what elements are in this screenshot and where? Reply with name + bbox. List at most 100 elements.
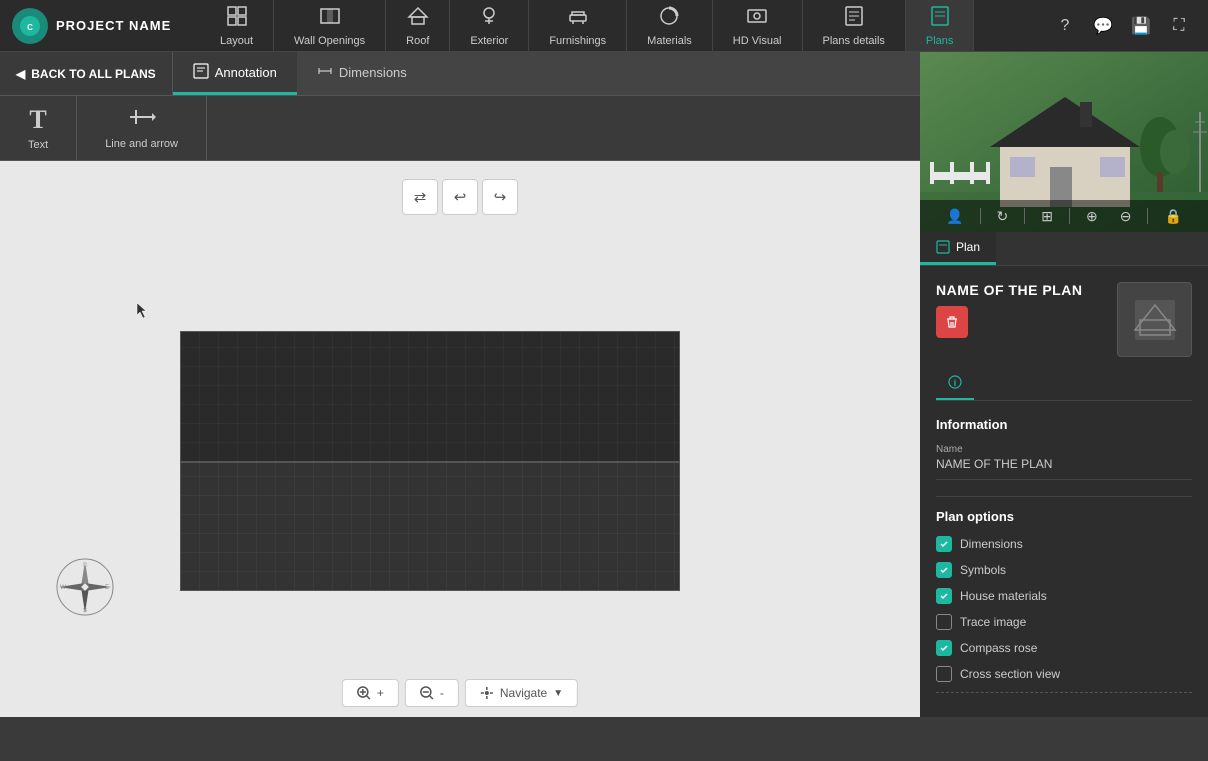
option-compass-rose-label: Compass rose <box>960 641 1037 655</box>
nav-item-wall-openings[interactable]: Wall Openings <box>274 0 386 51</box>
line-arrow-icon <box>128 106 156 134</box>
tool-line-arrow[interactable]: Line and arrow <box>77 96 207 160</box>
option-dimensions-checkbox[interactable] <box>936 536 952 552</box>
zoom-in-button[interactable]: + <box>342 679 399 707</box>
plan-name-title: NAME OF THE PLAN <box>936 282 1082 298</box>
help-button[interactable]: ? <box>1048 9 1082 43</box>
tool-line-arrow-label: Line and arrow <box>105 138 178 150</box>
back-to-plans-button[interactable]: ◀ BACK TO ALL PLANS <box>0 52 173 95</box>
option-cross-section-label: Cross section view <box>960 667 1060 681</box>
navigate-label: Navigate <box>500 686 547 700</box>
dimensions-tab-icon <box>317 63 333 82</box>
canvas-area[interactable]: ⇄ ↩ ↪ <box>0 161 920 717</box>
option-dimensions-row: Dimensions <box>936 536 1192 552</box>
nav-item-plans-details[interactable]: Plans details <box>803 0 906 51</box>
left-section: ◀ BACK TO ALL PLANS Annotation Dimension… <box>0 52 920 717</box>
divider <box>936 496 1192 497</box>
navigate-chevron-icon: ▼ <box>553 688 563 699</box>
zoom-in-label: + <box>377 686 384 700</box>
wall-openings-icon <box>319 5 341 32</box>
info-tab-bar: i <box>936 369 1192 401</box>
save-button[interactable]: 💾 <box>1124 9 1158 43</box>
tab-dimensions[interactable]: Dimensions <box>297 52 427 95</box>
preview-sep1 <box>980 208 981 224</box>
compass-rose: N S E W <box>55 557 115 617</box>
nav-item-materials[interactable]: Materials <box>627 0 713 51</box>
preview-toolbar: 👤 ↻ ⊞ ⊕ ⊖ 🔒 <box>920 200 1208 232</box>
option-trace-image-label: Trace image <box>960 615 1026 629</box>
main-area: ◀ BACK TO ALL PLANS Annotation Dimension… <box>0 52 1208 717</box>
option-symbols-row: Symbols <box>936 562 1192 578</box>
preview-zoom-in-btn[interactable]: ⊕ <box>1080 206 1104 227</box>
tool-bar: T Text Line and arrow <box>0 96 920 161</box>
plans-details-icon <box>843 5 865 32</box>
preview-person-btn[interactable]: 👤 <box>940 206 969 227</box>
plan-name-row: NAME OF THE PLAN <box>936 282 1192 357</box>
dots-divider <box>936 692 1192 693</box>
nav-label-hd-visual: HD Visual <box>733 35 782 47</box>
canvas-toolbar: ⇄ ↩ ↪ <box>402 179 518 215</box>
nav-item-layout[interactable]: Layout <box>200 0 274 51</box>
preview-3d: 👤 ↻ ⊞ ⊕ ⊖ 🔒 <box>920 52 1208 232</box>
option-house-materials-checkbox[interactable] <box>936 588 952 604</box>
logo-icon: C <box>12 8 48 44</box>
nav-item-exterior[interactable]: Exterior <box>450 0 529 51</box>
second-bar: ◀ BACK TO ALL PLANS Annotation Dimension… <box>0 52 920 96</box>
nav-items: Layout Wall Openings Roof Exterior Furni… <box>200 0 1036 51</box>
svg-text:N: N <box>82 562 87 569</box>
preview-grid-btn[interactable]: ⊞ <box>1035 206 1059 227</box>
materials-icon <box>658 5 680 32</box>
layout-icon <box>226 5 248 32</box>
preview-sep2 <box>1024 208 1025 224</box>
plan-canvas-bottom <box>181 461 679 590</box>
option-trace-image-checkbox[interactable] <box>936 614 952 630</box>
plan-canvas-top <box>181 332 679 461</box>
nav-label-roof: Roof <box>406 35 429 47</box>
zoom-controls: + - Navigate ▼ <box>342 679 578 707</box>
back-label: BACK TO ALL PLANS <box>31 67 155 81</box>
right-panel: 👤 ↻ ⊞ ⊕ ⊖ 🔒 Plan NA <box>920 52 1208 717</box>
tab-annotation[interactable]: Annotation <box>173 52 297 95</box>
fullscreen-button[interactable]: ⛶ <box>1162 9 1196 43</box>
option-compass-rose-checkbox[interactable] <box>936 640 952 656</box>
svg-text:i: i <box>954 378 957 388</box>
preview-zoom-out-btn[interactable]: ⊖ <box>1114 206 1138 227</box>
plan-tab-plan[interactable]: Plan <box>920 232 996 265</box>
nav-label-materials: Materials <box>647 35 692 47</box>
name-field-label: Name <box>936 444 1192 455</box>
panel-content: NAME OF THE PLAN <box>920 266 1208 717</box>
tool-text-label: Text <box>28 139 48 151</box>
roof-icon <box>407 5 429 32</box>
tool-text[interactable]: T Text <box>0 96 77 160</box>
nav-item-plans[interactable]: Plans <box>906 0 975 51</box>
exterior-icon <box>478 5 500 32</box>
plan-tab-label: Plan <box>956 240 980 254</box>
cursor <box>135 301 147 317</box>
second-tabs: Annotation Dimensions <box>173 52 427 95</box>
nav-label-exterior: Exterior <box>470 35 508 47</box>
preview-lock-btn[interactable]: 🔒 <box>1158 206 1187 227</box>
nav-right: ? 💬 💾 ⛶ <box>1036 9 1208 43</box>
canvas-redo-button[interactable]: ↪ <box>482 179 518 215</box>
svg-text:E: E <box>105 585 109 591</box>
dimensions-tab-label: Dimensions <box>339 65 407 80</box>
annotation-tab-label: Annotation <box>215 65 277 80</box>
furnishings-icon <box>567 5 589 32</box>
nav-item-roof[interactable]: Roof <box>386 0 450 51</box>
nav-item-hd-visual[interactable]: HD Visual <box>713 0 803 51</box>
zoom-out-button[interactable]: - <box>405 679 459 707</box>
preview-sep3 <box>1069 208 1070 224</box>
option-symbols-checkbox[interactable] <box>936 562 952 578</box>
plan-options-title: Plan options <box>936 509 1192 524</box>
option-cross-section-checkbox[interactable] <box>936 666 952 682</box>
navigate-button[interactable]: Navigate ▼ <box>465 679 578 707</box>
nav-item-furnishings[interactable]: Furnishings <box>529 0 627 51</box>
delete-plan-button[interactable] <box>936 306 968 338</box>
preview-rotate-btn[interactable]: ↻ <box>991 206 1015 227</box>
info-tab-info[interactable]: i <box>936 369 974 400</box>
annotation-tab-icon <box>193 63 209 82</box>
canvas-undo-button[interactable]: ↩ <box>442 179 478 215</box>
chat-button[interactable]: 💬 <box>1086 9 1120 43</box>
option-cross-section-row: Cross section view <box>936 666 1192 682</box>
canvas-swap-button[interactable]: ⇄ <box>402 179 438 215</box>
